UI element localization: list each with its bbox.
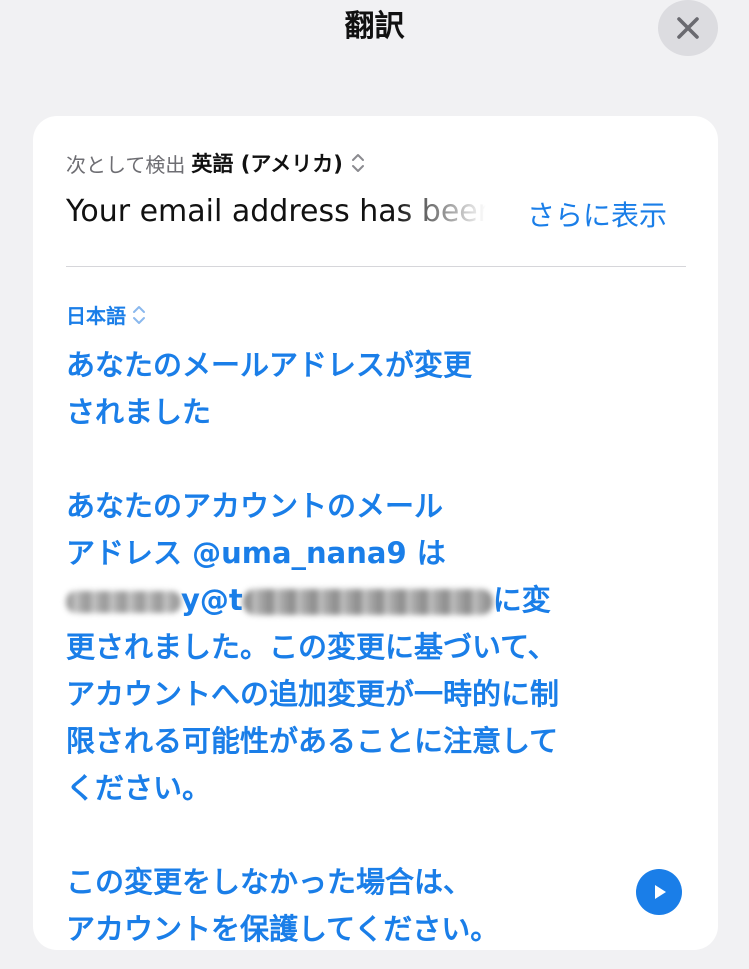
detected-prefix-label: 次として検出: [66, 152, 186, 177]
translation-line: されました: [66, 395, 212, 429]
translation-line: アドレス @uma_nana9 は: [66, 536, 446, 570]
page-title: 翻訳: [344, 9, 405, 44]
translation-line: この変更をしなかった場合は、: [66, 865, 473, 899]
chevron-up-down-icon[interactable]: [351, 152, 365, 174]
detected-language-row[interactable]: 次として検出 英語 (アメリカ): [66, 148, 365, 178]
play-audio-button[interactable]: [636, 869, 682, 915]
translation-line: あなたのアカウントのメール: [66, 489, 444, 523]
translation-line: アカウントへの追加変更が一時的に制: [66, 677, 560, 711]
translation-line: 限される可能性があることに注意して: [66, 724, 559, 758]
translate-sheet: 翻訳 次として検出 英語 (アメリカ) Your email address h…: [0, 0, 749, 969]
target-language-label: 日本語: [66, 304, 126, 328]
email-fragment: y@t: [181, 583, 243, 617]
redacted-email-part: [242, 589, 493, 615]
close-icon: [677, 17, 699, 39]
close-button[interactable]: [658, 0, 718, 56]
source-text: Your email address has been changed: [66, 194, 486, 229]
translation-line-redacted: y@t に変: [66, 577, 626, 624]
translation-card: 次として検出 英語 (アメリカ) Your email address has …: [33, 116, 718, 950]
translated-text: あなたのメールアドレスが変更 されました あなたのアカウントのメール アドレス …: [66, 342, 626, 953]
redacted-email-part: [66, 591, 181, 613]
translation-line: ください。: [66, 771, 212, 805]
translation-line: あなたのメールアドレスが変更: [66, 348, 473, 382]
show-more-link[interactable]: さらに表示: [527, 194, 667, 234]
translation-line: 更されました。この変更に基づいて、: [66, 630, 557, 664]
chevron-up-down-icon[interactable]: [132, 304, 146, 326]
translation-line: アカウントを保護してください。: [66, 912, 500, 946]
divider: [66, 266, 686, 267]
source-language-label: 英語 (アメリカ): [191, 152, 343, 176]
translation-fragment: に変: [492, 583, 551, 617]
play-icon: [655, 885, 666, 899]
target-language-row[interactable]: 日本語: [66, 300, 146, 329]
